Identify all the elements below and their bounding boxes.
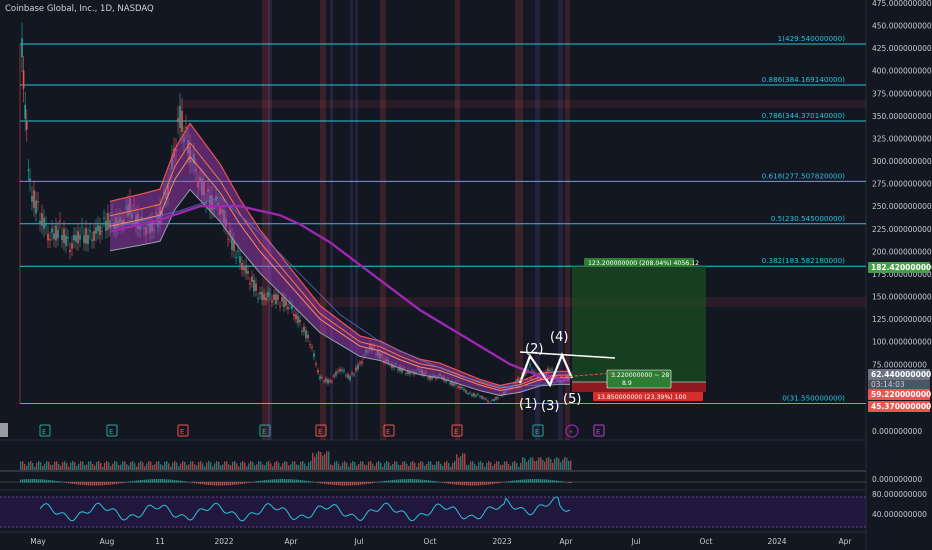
price-axis-label: 300.000000000	[872, 157, 932, 166]
earnings-marker-label: E	[596, 428, 600, 436]
price-axis-label: 125.000000000	[872, 315, 932, 324]
earnings-marker-label: E	[42, 428, 46, 436]
highlight-band	[320, 0, 326, 440]
price-axis-label: 200.000000000	[872, 247, 932, 256]
time-axis-label: 2022	[214, 537, 233, 546]
long-position-tool[interactable]: 123.200000000 (208.04%) 4056.12 13.85000…	[572, 258, 706, 401]
earnings-marker-label: E	[386, 428, 390, 436]
rsi-band	[0, 497, 866, 527]
wave-label-1: (1)	[519, 397, 537, 412]
price-axis-label: 400.000000000	[872, 67, 932, 76]
highlight-band	[268, 0, 272, 440]
time-axis-label: Oct	[424, 537, 437, 546]
price-axis-label: 450.000000000	[872, 22, 932, 31]
earnings-marker-label: E	[109, 428, 113, 436]
pane-axis-label: 40.000000000	[872, 510, 927, 519]
time-axis-label: Jul	[353, 537, 363, 546]
pane-axis-label: 0.000000000	[872, 475, 922, 484]
time-axis-label: Apr	[560, 537, 574, 546]
chart-title: Coinbase Global, Inc., 1D, NASDAQ	[5, 4, 154, 14]
price-axis-label: 475.000000000	[872, 0, 932, 8]
target-label: 123.200000000 (208.04%) 4056.12	[588, 260, 699, 267]
fib-level-label: 0(31.550000000)	[782, 394, 845, 403]
left-edge-handle[interactable]	[0, 423, 8, 437]
earnings-marker-label: E	[180, 428, 184, 436]
time-axis-label: 2024	[767, 537, 786, 546]
earnings-marker-label: E	[318, 428, 322, 436]
time-axis-label: May	[30, 537, 46, 546]
pane-axis-label: 80.000000000	[872, 490, 927, 499]
time-axis-label: 2023	[492, 537, 511, 546]
fib-level-label: 1(429.540000000)	[778, 34, 846, 43]
stop-label: 13.850000000 (23.39%) 100	[597, 394, 686, 401]
fib-level-label: 0.5(230.545000000)	[771, 214, 845, 223]
price-axis-label: 150.000000000	[872, 293, 932, 302]
earnings-marker-label: E	[454, 428, 458, 436]
pane-axis-label: 0.000000000	[872, 427, 922, 436]
wave-label-3: (3)	[541, 399, 559, 414]
fib-level-label: 0.618(277.507820000)	[762, 171, 846, 180]
time-axis-label: 11	[155, 537, 165, 546]
price-axis-label: 75.000000000	[872, 360, 927, 369]
price-axis-label: 375.000000000	[872, 89, 932, 98]
time-axis-label: Apr	[839, 537, 853, 546]
price-axis-label: 225.000000000	[872, 225, 932, 234]
price-badge-label: 182.420000000	[871, 263, 932, 272]
earnings-marker-label: E	[535, 428, 539, 436]
fib-level-label: 0.786(344.370140000)	[762, 111, 846, 120]
price-axis-label: 325.000000000	[872, 134, 932, 143]
price-axis-label: 275.000000000	[872, 180, 932, 189]
time-axis-label: Apr	[285, 537, 299, 546]
fib-level-label: 0.382(183.582180000)	[762, 256, 846, 265]
highlight-band	[350, 0, 353, 440]
earnings-marker-label: E	[262, 428, 266, 436]
chart-canvas[interactable]: 1(429.540000000) 0.886(384.169140000) 0.78…	[0, 0, 932, 550]
highlight-band	[355, 0, 358, 440]
price-axis-label: 425.000000000	[872, 44, 932, 53]
price-badge-label: 45.370000000	[871, 402, 931, 411]
flash-icon: ⚡	[569, 428, 573, 436]
time-axis-label: Oct	[700, 537, 713, 546]
highlight-band	[330, 0, 333, 440]
price-axis-label: 250.000000000	[872, 202, 932, 211]
time-axis-label: Jul	[630, 537, 640, 546]
fib-level-label: 0.886(384.169140000)	[762, 75, 846, 84]
price-axis-label: 100.000000000	[872, 338, 932, 347]
countdown-label: 03:14:03	[871, 380, 905, 389]
price-badge-label: 62.440000000	[871, 370, 931, 379]
time-axis-label: Aug	[100, 537, 115, 546]
target-zone[interactable]	[572, 265, 706, 382]
wave-label-4: (4)	[550, 330, 568, 345]
price-badge-label: 59.220000000	[871, 390, 931, 399]
center-label-1: 3.220000000 ~ 28	[611, 372, 669, 379]
center-label-2: 8.9	[622, 380, 632, 387]
highlight-band	[380, 0, 386, 440]
wave-label-5: (5)	[563, 392, 581, 407]
price-axis-label: 350.000000000	[872, 112, 932, 121]
wave-label-2: (2)	[525, 342, 543, 357]
supply-zone	[180, 100, 866, 108]
